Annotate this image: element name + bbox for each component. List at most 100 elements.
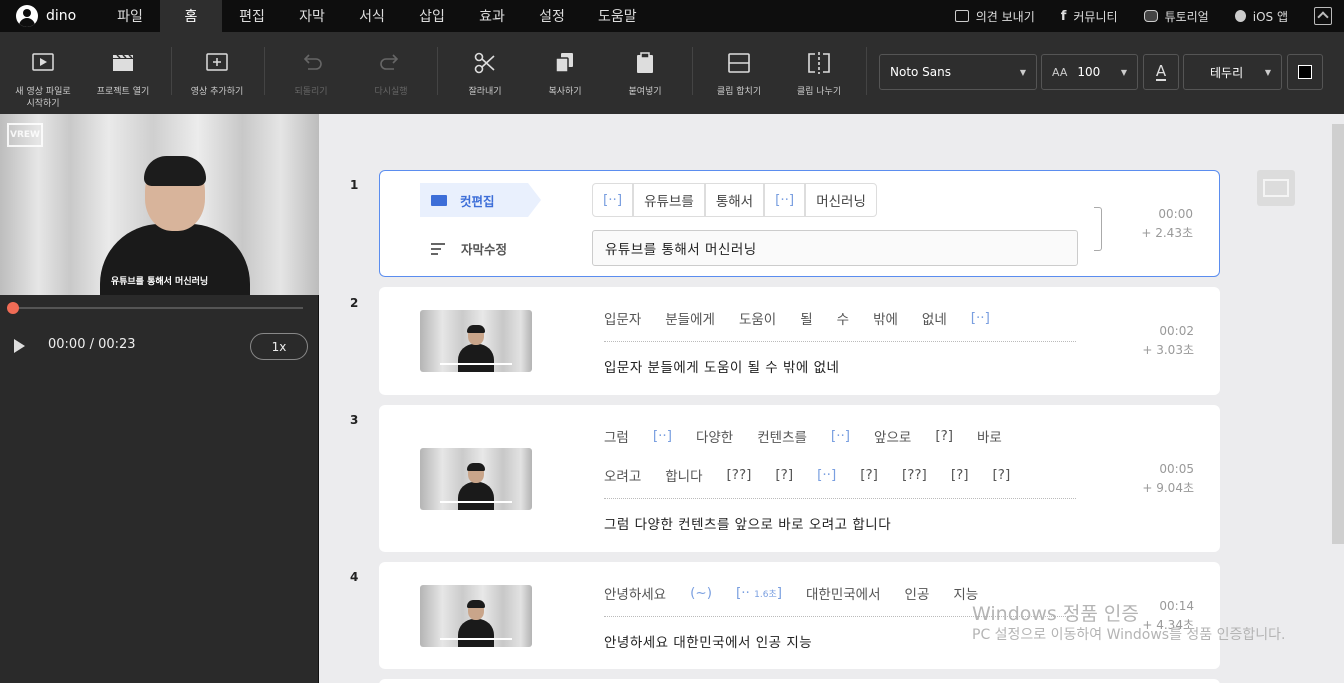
word[interactable]: 다양한 — [696, 426, 733, 446]
menu-edit[interactable]: 편집 — [222, 0, 282, 32]
clip-card-selected[interactable]: 컷편집 자막수정 [··] 유튜브를 통해서 [··] 머신러닝 유튜브를 통해… — [379, 170, 1220, 277]
undo-button[interactable]: 되돌리기 — [281, 50, 341, 98]
word-chip-gap[interactable]: [··] — [764, 183, 806, 217]
playback-speed-button[interactable]: 1x — [250, 333, 308, 360]
clip-card[interactable]: 그럼 [··] 다양한 컨텐츠를 [··] 앞으로 [?] 바로 오려고 합니다… — [379, 405, 1220, 552]
scissors-icon — [474, 52, 495, 74]
feedback-link[interactable]: 의견 보내기 — [954, 8, 1035, 25]
word-chip[interactable]: 유튜브를 — [633, 183, 705, 217]
clip-thumbnail[interactable] — [420, 448, 532, 510]
word[interactable]: 될 — [800, 308, 812, 328]
redo-button[interactable]: 다시실행 — [361, 50, 421, 98]
word[interactable]: 대한민국에서 — [806, 583, 881, 603]
menu-file[interactable]: 파일 — [100, 0, 160, 32]
new-project-button[interactable]: 새 영상 파일로 시작하기 — [8, 50, 78, 110]
video-preview[interactable]: VREW 유튜브를 통해서 머신러닝 — [0, 114, 319, 295]
word-gap[interactable]: [··] — [817, 467, 836, 483]
word[interactable]: 없네 — [922, 308, 947, 328]
word[interactable]: 합니다 — [665, 465, 702, 485]
word-chip-gap[interactable]: [··] — [592, 183, 634, 217]
clapperboard-icon — [431, 194, 447, 206]
word-unknown[interactable]: [??] — [902, 467, 927, 483]
copy-button[interactable]: 복사하기 — [535, 50, 595, 98]
menu-format[interactable]: 서식 — [342, 0, 402, 32]
clip-editor: 1 컷편집 자막수정 [··] 유튜브를 통해서 [··] 머신러닝 유튜브를 … — [319, 114, 1344, 683]
word-gap[interactable]: [··] — [971, 310, 990, 326]
menu-home[interactable]: 홈 — [160, 0, 222, 32]
subtitle-edit-tab[interactable]: 자막수정 — [431, 239, 507, 258]
word-gap[interactable]: [··] — [653, 428, 672, 444]
word-unknown[interactable]: [?] — [993, 467, 1011, 483]
merge-clip-button[interactable]: 클립 합치기 — [709, 50, 769, 98]
word[interactable]: 입문자 — [604, 308, 641, 328]
user-profile[interactable]: dino — [0, 5, 100, 27]
menu-insert[interactable]: 삽입 — [402, 0, 462, 32]
clip-card[interactable]: 입문자 분들에게 도움이 될 수 밖에 없네 [··] 입문자 분들에게 도움이… — [379, 287, 1220, 395]
subtitle-text[interactable]: 입문자 분들에게 도움이 될 수 밖에 없네 — [604, 356, 839, 376]
font-size-select[interactable]: AA 100 ▼ — [1041, 54, 1138, 90]
menu-subtitle[interactable]: 자막 — [282, 0, 342, 32]
word[interactable]: 분들에게 — [665, 308, 715, 328]
word[interactable]: 지능 — [953, 583, 978, 603]
subtitle-input[interactable]: 유튜브를 통해서 머신러닝 — [592, 230, 1078, 266]
word[interactable]: 그럼 — [604, 426, 629, 446]
community-link[interactable]: f 커뮤니티 — [1061, 8, 1118, 25]
clip-start-time: 00:05 — [1159, 462, 1194, 476]
word-list-line-1: 그럼 [··] 다양한 컨텐츠를 [··] 앞으로 [?] 바로 — [604, 426, 1026, 446]
word[interactable]: 오려고 — [604, 465, 641, 485]
word[interactable]: 컨텐츠를 — [757, 426, 807, 446]
word-unknown[interactable]: [?] — [860, 467, 878, 483]
menu-settings[interactable]: 설정 — [522, 0, 582, 32]
collapse-toolbar-icon[interactable] — [1314, 7, 1332, 25]
word-gap-timed[interactable]: [·· 1.6초] — [736, 585, 782, 601]
menu-help[interactable]: 도움말 — [582, 0, 653, 32]
seek-handle[interactable] — [7, 302, 19, 314]
cut-edit-tab[interactable]: 컷편집 — [420, 183, 541, 217]
word-chip[interactable]: 통해서 — [704, 183, 765, 217]
word-unknown[interactable]: [?] — [775, 467, 793, 483]
word[interactable]: 앞으로 — [874, 426, 911, 446]
header-links: 의견 보내기 f 커뮤니티 튜토리얼 iOS 앱 — [954, 7, 1344, 25]
text-color-button[interactable]: A — [1143, 54, 1179, 90]
ios-app-link[interactable]: iOS 앱 — [1234, 8, 1288, 25]
word-gap[interactable]: [··] — [831, 428, 850, 444]
font-select[interactable]: Noto Sans ▼ — [879, 54, 1037, 90]
open-project-label: 프로젝트 열기 — [96, 87, 150, 97]
undo-label: 되돌리기 — [294, 87, 328, 97]
border-select[interactable]: 테두리 ▼ — [1183, 54, 1282, 90]
word[interactable]: 인공 — [905, 583, 930, 603]
word[interactable]: 안녕하세요 — [604, 583, 666, 603]
scrollbar[interactable] — [1332, 124, 1344, 544]
word-unknown[interactable]: [?] — [935, 428, 953, 444]
split-clip-label: 클립 나누기 — [796, 87, 842, 97]
subtitle-text[interactable]: 그럼 다양한 컨텐츠를 앞으로 바로 오려고 합니다 — [604, 513, 891, 533]
clip-thumbnail[interactable] — [420, 310, 532, 372]
word[interactable]: 도움이 — [739, 308, 776, 328]
open-project-button[interactable]: 프로젝트 열기 — [88, 50, 158, 98]
word[interactable]: 수 — [837, 308, 849, 328]
word-unknown[interactable]: [??] — [727, 467, 752, 483]
subtitle-text[interactable]: 안녕하세요 대한민국에서 인공 지능 — [604, 631, 812, 651]
clip-thumbnail[interactable] — [420, 585, 532, 647]
word[interactable]: 밖에 — [873, 308, 898, 328]
paste-button[interactable]: 붙여넣기 — [615, 50, 675, 98]
menu-effects[interactable]: 효과 — [462, 0, 522, 32]
toolbar-divider — [866, 47, 867, 95]
split-clip-button[interactable]: 클립 나누기 — [789, 50, 849, 98]
word-chip[interactable]: 머신러닝 — [805, 183, 877, 217]
clapperboard-icon — [113, 54, 133, 71]
add-video-button[interactable]: 영상 추가하기 — [182, 50, 252, 98]
word-unknown[interactable]: [?] — [951, 467, 969, 483]
cut-button[interactable]: 잘라내기 — [455, 50, 515, 98]
tutorial-link[interactable]: 튜토리얼 — [1143, 8, 1209, 25]
border-color-button[interactable] — [1287, 54, 1323, 90]
main-menu: 파일 홈 편집 자막 서식 삽입 효과 설정 도움말 — [100, 0, 653, 32]
clip-number: 3 — [350, 413, 359, 427]
word-breath[interactable]: (~) — [690, 585, 712, 601]
clip-card-partial[interactable] — [379, 679, 1220, 683]
word[interactable]: 바로 — [977, 426, 1002, 446]
play-icon[interactable] — [14, 339, 25, 353]
vrew-watermark: VREW — [7, 123, 43, 147]
clip-timing: 00:00 + 2.43초 — [1141, 205, 1193, 243]
seek-bar[interactable] — [7, 302, 303, 314]
